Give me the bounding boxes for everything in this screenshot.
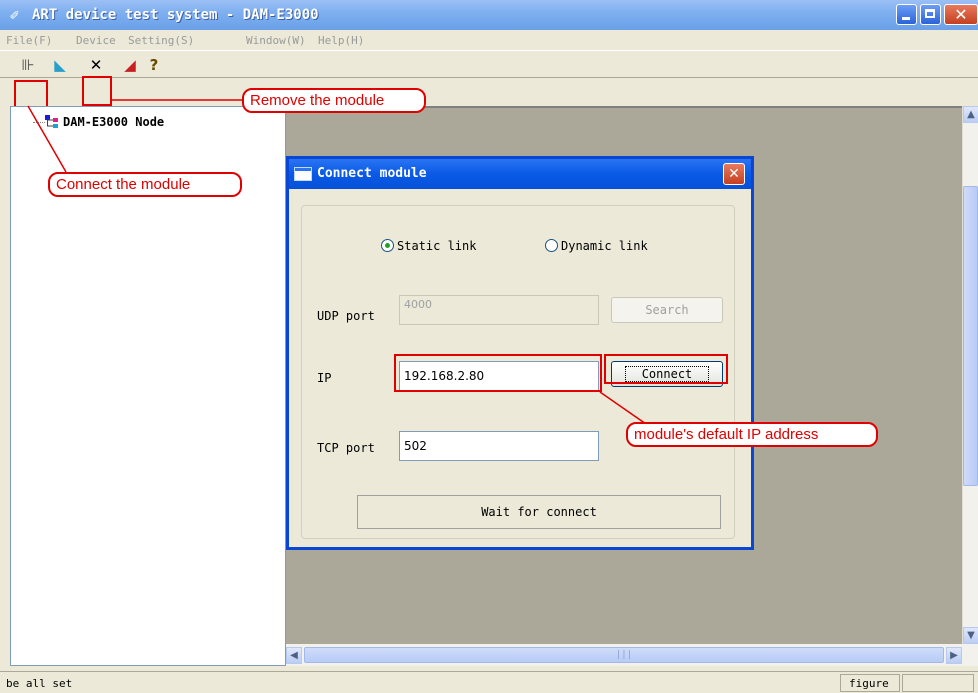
menu-device[interactable]: Device <box>76 34 116 47</box>
static-link-label[interactable]: Static link <box>397 239 476 253</box>
tcp-port-field[interactable]: 502 <box>399 431 599 461</box>
tree-connector <box>33 122 45 123</box>
status-text: be all set <box>6 677 73 690</box>
remove-module-icon[interactable]: ✕ <box>86 55 106 75</box>
scroll-left-icon[interactable]: ◀ <box>286 647 302 664</box>
device-icon[interactable]: ◣ <box>50 55 70 75</box>
status-panel: figure <box>840 674 900 692</box>
udp-port-field[interactable]: 4000 <box>399 295 599 325</box>
vertical-scroll-thumb[interactable] <box>963 186 978 486</box>
menu-setting[interactable]: Setting(S) <box>128 34 194 47</box>
dialog-titlebar[interactable]: Connect module ✕ <box>289 159 751 189</box>
connect-module-icon[interactable]: ⊪ <box>18 55 38 75</box>
connect-module-dialog: Connect module ✕ Static link Dynamic lin… <box>286 156 754 550</box>
ip-highlight-box <box>394 354 602 392</box>
connect-button-highlight-box <box>604 354 728 384</box>
connect-highlight-box <box>14 80 48 108</box>
close-button[interactable]: ✕ <box>944 4 978 25</box>
scroll-down-icon[interactable]: ▼ <box>963 627 978 644</box>
scroll-right-icon[interactable]: ▶ <box>946 647 962 664</box>
menu-help[interactable]: Help(H) <box>318 34 364 47</box>
window-titlebar[interactable]: ✐ ART device test system - DAM-E3000 ✕ <box>0 0 978 30</box>
help-icon[interactable]: ? <box>144 55 164 75</box>
dialog-title: Connect module <box>317 166 427 181</box>
tree-root-label[interactable]: DAM-E3000 Node <box>63 115 164 129</box>
dynamic-link-radio[interactable] <box>545 239 558 252</box>
ip-label: IP <box>317 371 332 385</box>
menu-bar: File(F) Device Setting(S) Window(W) Help… <box>0 30 978 50</box>
settings-icon[interactable]: ◢ <box>120 55 140 75</box>
window-icon <box>294 167 312 181</box>
window-title: ART device test system - DAM-E3000 <box>32 7 319 23</box>
status-panel-empty <box>902 674 974 692</box>
default-ip-callout: module's default IP address <box>626 422 878 447</box>
connection-status: Wait for connect <box>357 495 721 529</box>
remove-highlight-box <box>82 76 112 106</box>
remove-module-callout: Remove the module <box>242 88 426 113</box>
dialog-close-button[interactable]: ✕ <box>723 163 745 185</box>
node-icon <box>45 115 58 128</box>
toolbar: ⊪ ◣ ✕ ◢ ? <box>0 50 978 78</box>
status-bar: be all set figure <box>0 671 978 693</box>
static-link-radio[interactable] <box>381 239 394 252</box>
udp-port-label: UDP port <box>317 309 375 323</box>
minimize-button[interactable] <box>896 4 917 25</box>
menu-window[interactable]: Window(W) <box>246 34 306 47</box>
vertical-scrollbar[interactable]: ▲ ▼ <box>962 106 978 644</box>
horizontal-scroll-thumb[interactable]: ||| <box>304 647 944 663</box>
pen-icon: ✐ <box>10 6 20 24</box>
dynamic-link-label[interactable]: Dynamic link <box>561 239 648 253</box>
menu-file[interactable]: File(F) <box>6 34 52 47</box>
connect-module-callout: Connect the module <box>48 172 242 197</box>
scroll-up-icon[interactable]: ▲ <box>963 106 978 123</box>
search-button[interactable]: Search <box>611 297 723 323</box>
maximize-button[interactable] <box>920 4 941 25</box>
tcp-port-label: TCP port <box>317 441 375 455</box>
horizontal-scrollbar[interactable]: ◀ ||| ▶ <box>286 644 978 666</box>
